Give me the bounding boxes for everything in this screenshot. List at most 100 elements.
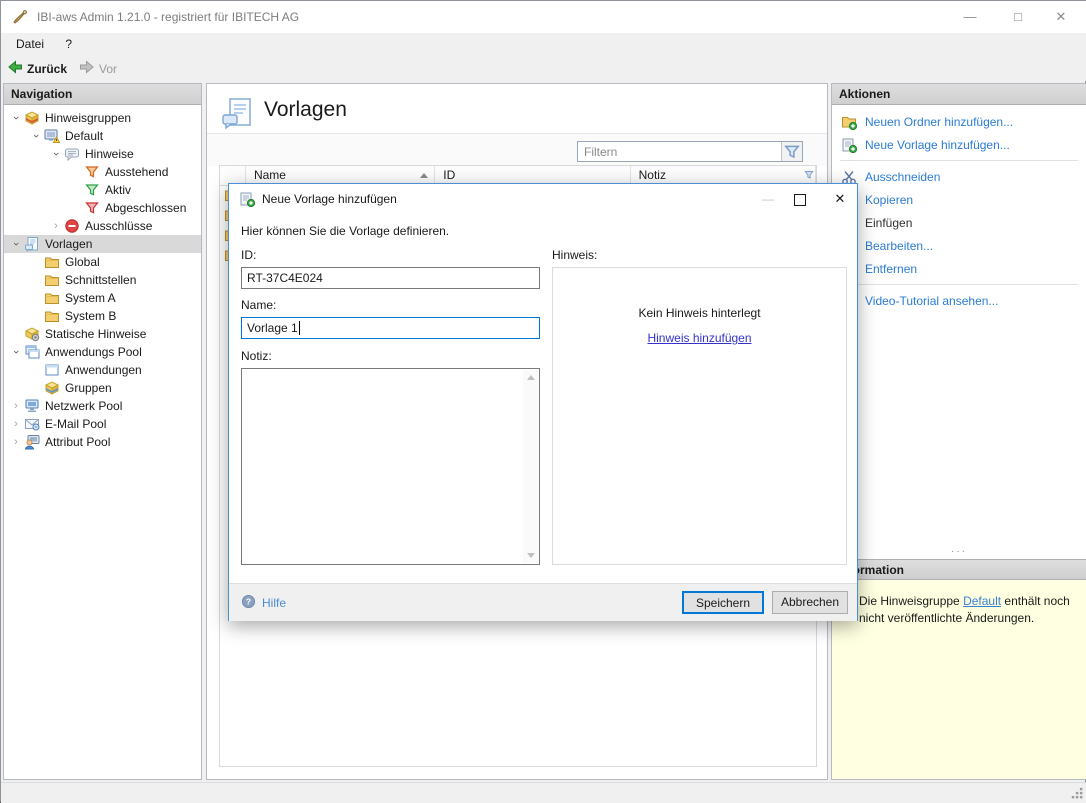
nav-item-abgeschlossen[interactable]: Abgeschlossen (4, 199, 201, 217)
note-label: Notiz: (241, 349, 272, 363)
folder-icon (44, 290, 60, 306)
action-label: Bearbeiten... (865, 239, 933, 253)
scrollbar[interactable] (523, 370, 538, 563)
info-text-before: Die Hinweisgruppe (859, 594, 963, 608)
nav-item-label: Aktiv (105, 183, 131, 197)
nav-item-anwendungen[interactable]: Anwendungen (4, 361, 201, 379)
add-hint-link[interactable]: Hinweis hinzufügen (647, 331, 751, 345)
info-splitter[interactable]: ··· (832, 547, 1086, 559)
nav-item-label: System B (65, 309, 116, 323)
folder-icon (44, 254, 60, 270)
vorlagen-page-icon (221, 97, 253, 131)
nav-item-hinweise[interactable]: ›Hinweise (4, 145, 201, 163)
package-gear-icon (24, 326, 40, 342)
minimize-button[interactable]: — (953, 1, 987, 33)
id-label: ID: (241, 248, 256, 262)
exclude-circle-icon (64, 218, 80, 234)
nav-item-hinweisgruppen[interactable]: ›Hinweisgruppen (4, 109, 201, 127)
note-textarea[interactable] (241, 368, 540, 565)
nav-item-statische-hinweise[interactable]: Statische Hinweise (4, 325, 201, 343)
monitor-warning-icon (44, 128, 60, 144)
action-neuen-ordner-hinzuf-gen[interactable]: Neuen Ordner hinzufügen... (832, 110, 1086, 133)
nav-item-label: Default (65, 129, 103, 143)
folder-icon (44, 272, 60, 288)
menu-datei[interactable]: Datei (7, 33, 53, 56)
filter-input[interactable]: Filtern (577, 141, 803, 162)
nav-item-label: Global (65, 255, 100, 269)
chevron-collapsed-icon[interactable]: › (8, 400, 24, 412)
save-button[interactable]: Speichern (682, 591, 764, 614)
action-neue-vorlage-hinzuf-gen[interactable]: Neue Vorlage hinzufügen... (832, 133, 1086, 156)
filter-band: Filtern (207, 133, 827, 166)
maximize-box-icon (794, 194, 806, 206)
action-label: Video-Tutorial ansehen... (865, 294, 998, 308)
actions-header: Aktionen (832, 84, 1086, 105)
nav-item-anwendungs-pool[interactable]: ›Anwendungs Pool (4, 343, 201, 361)
chevron-collapsed-icon[interactable]: › (48, 220, 64, 232)
chevron-expanded-icon[interactable]: › (10, 110, 22, 126)
action-video-tutorial-ansehen[interactable]: Video-Tutorial ansehen... (832, 289, 1086, 312)
filter-funnel-button[interactable] (781, 142, 802, 161)
forward-label: Vor (99, 62, 117, 76)
name-field[interactable]: Vorlage 1 (241, 317, 540, 339)
chevron-expanded-icon[interactable]: › (50, 146, 62, 162)
nav-item-ausschl-sse[interactable]: ›Ausschlüsse (4, 217, 201, 235)
nav-item-e-mail-pool[interactable]: ›E-Mail Pool (4, 415, 201, 433)
action-einf-gen[interactable]: Einfügen (832, 211, 1086, 234)
dialog-title-bar: Neue Vorlage hinzufügen — ✕ (229, 184, 857, 214)
dialog-close-button[interactable]: ✕ (825, 184, 855, 214)
nav-item-system-b[interactable]: System B (4, 307, 201, 325)
forward-button[interactable]: Vor (73, 56, 123, 81)
action-label: Entfernen (865, 262, 917, 276)
dialog-maximize-button[interactable] (785, 184, 815, 214)
separator (840, 160, 1078, 161)
text-caret (299, 321, 300, 335)
nav-item-gruppen[interactable]: Gruppen (4, 379, 201, 397)
back-button[interactable]: Zurück (1, 56, 73, 81)
dialog-footer: ? Hilfe Speichern Abbrechen (229, 583, 857, 621)
action-entfernen[interactable]: Entfernen (832, 257, 1086, 280)
nav-item-vorlagen[interactable]: ›Vorlagen (4, 235, 201, 253)
package-blue-icon (44, 380, 60, 396)
dialog-minimize-button[interactable]: — (753, 184, 783, 214)
chevron-expanded-icon[interactable]: › (30, 128, 42, 144)
default-group-link[interactable]: Default (963, 594, 1001, 608)
folder-icon (44, 308, 60, 324)
navigation-tree: ›Hinweisgruppen›Default›HinweiseAusstehe… (4, 105, 201, 779)
nav-item-ausstehend[interactable]: Ausstehend (4, 163, 201, 181)
status-bar (1, 782, 1086, 803)
navigation-header: Navigation (4, 84, 201, 105)
chevron-collapsed-icon[interactable]: › (8, 436, 24, 448)
nav-item-system-a[interactable]: System A (4, 289, 201, 307)
maximize-button[interactable]: □ (1001, 1, 1035, 33)
nav-item-attribut-pool[interactable]: ›Attribut Pool (4, 433, 201, 451)
chevron-expanded-icon[interactable]: › (10, 236, 22, 252)
cancel-button[interactable]: Abbrechen (772, 591, 848, 614)
toolbar: Zurück Vor (1, 56, 1086, 81)
nav-item-label: Anwendungen (65, 363, 142, 377)
app-icon[interactable] (12, 9, 28, 25)
information-text: Die Hinweisgruppe Default enthält noch n… (859, 593, 1084, 628)
nav-item-aktiv[interactable]: Aktiv (4, 181, 201, 199)
nav-item-label: Schnittstellen (65, 273, 136, 287)
action-ausschneiden[interactable]: Ausschneiden (832, 165, 1086, 188)
chevron-expanded-icon[interactable]: › (10, 344, 22, 360)
action-label: Neue Vorlage hinzufügen... (865, 138, 1010, 152)
nav-item-schnittstellen[interactable]: Schnittstellen (4, 271, 201, 289)
column-options-icon[interactable] (803, 169, 815, 181)
information-body: Die Hinweisgruppe Default enthält noch n… (832, 580, 1086, 779)
id-field[interactable]: RT-37C4E024 (241, 267, 540, 289)
action-kopieren[interactable]: Kopieren (832, 188, 1086, 211)
template-page-icon (24, 236, 40, 252)
resize-grip[interactable] (1071, 787, 1084, 800)
nav-item-default[interactable]: › Default (4, 127, 201, 145)
nav-item-netzwerk-pool[interactable]: ›Netzwerk Pool (4, 397, 201, 415)
nav-item-global[interactable]: Global (4, 253, 201, 271)
new-template-dialog: Neue Vorlage hinzufügen — ✕ Hier können … (228, 183, 858, 621)
action-bearbeiten[interactable]: Bearbeiten... (832, 234, 1086, 257)
menu-help[interactable]: ? (56, 33, 81, 56)
chevron-collapsed-icon[interactable]: › (8, 418, 24, 430)
sort-asc-icon (420, 173, 428, 178)
help-link[interactable]: ? Hilfe (241, 594, 286, 612)
close-button[interactable]: ✕ (1044, 1, 1078, 33)
